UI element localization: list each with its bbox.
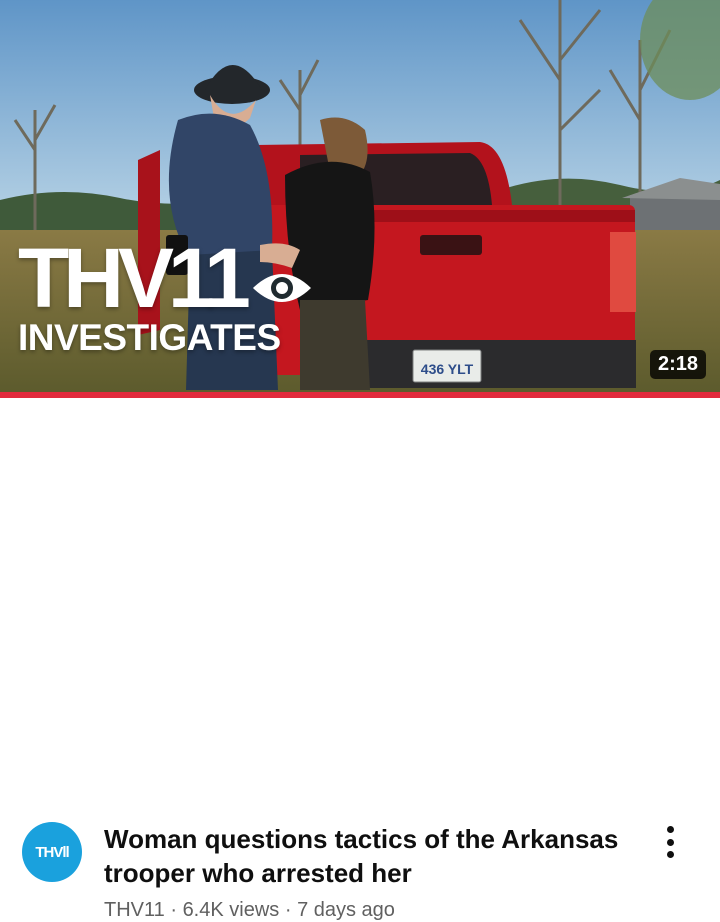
- menu-dot: [666, 826, 674, 833]
- video-metadata: THV11 · 6.4K views · 7 days ago: [104, 899, 395, 922]
- duration-badge: 2:18: [649, 350, 706, 379]
- menu-dot: [666, 838, 674, 846]
- separator: ·: [284, 899, 292, 921]
- menu-dot: [666, 851, 674, 858]
- separator: ·: [170, 899, 177, 921]
- view-count: 6.4K views: [182, 899, 280, 921]
- video-title[interactable]: Woman questions tactics of the Arkansas …: [104, 822, 644, 890]
- brand-callsign: THV11: [18, 231, 251, 325]
- channel-avatar[interactable]: THVll: [22, 822, 82, 882]
- station-branding: THV11 INVESTIGATES: [18, 231, 313, 358]
- license-plate: 436 YLT: [421, 361, 474, 377]
- cbs-eye-icon: [252, 274, 311, 302]
- avatar-logo: THVll: [35, 843, 69, 861]
- brand-subtitle: INVESTIGATES: [18, 317, 281, 358]
- channel-name[interactable]: THV11: [104, 899, 165, 921]
- more-vertical-icon[interactable]: [658, 824, 682, 860]
- upload-age: 7 days ago: [297, 899, 395, 921]
- video-details: THVll Woman questions tactics of the Ark…: [0, 398, 720, 921]
- video-thumbnail[interactable]: 436 YLT THV11 INVESTIGATES 2:18: [0, 0, 720, 398]
